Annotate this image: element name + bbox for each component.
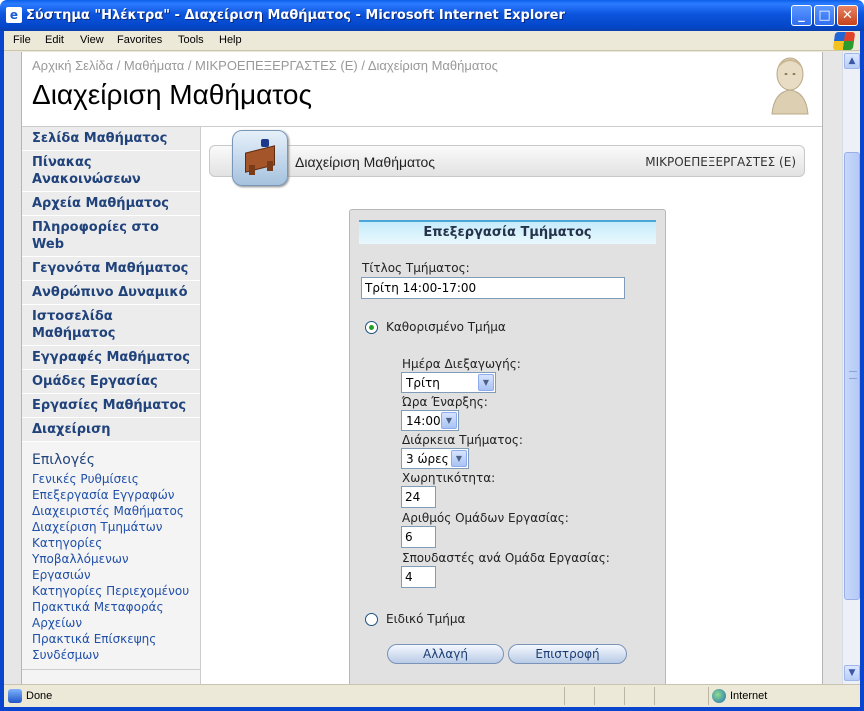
- toolbar-title: Διαχείριση Μαθήματος: [295, 154, 435, 170]
- menu-tools[interactable]: Tools: [178, 34, 204, 46]
- menu-help[interactable]: Help: [219, 34, 242, 46]
- edit-section-panel: Επεξεργασία Τμήματος Τίτλος Τμήματος: Τρ…: [349, 209, 666, 684]
- content-toolbar: Διαχείριση Μαθήματος ΜΙΚΡΟΕΠΕΞΕΡΓΑΣΤΕΣ (…: [209, 145, 805, 177]
- menu-edit[interactable]: Edit: [45, 34, 64, 46]
- start-label: Ώρα Έναρξης:: [402, 395, 488, 409]
- students-per-group-input[interactable]: 4: [401, 566, 436, 588]
- scroll-thumb[interactable]: [844, 152, 860, 600]
- option-manage-sections[interactable]: Διαχείριση Τμημάτων: [32, 519, 190, 535]
- ie-icon: e: [6, 7, 22, 23]
- duration-label: Διάρκεια Τμήματος:: [402, 433, 523, 447]
- change-button[interactable]: Αλλαγή: [387, 644, 504, 664]
- menu-bar: File Edit View Favorites Tools Help: [4, 31, 860, 51]
- security-zone: Internet: [730, 690, 768, 702]
- groups-input[interactable]: 6: [401, 526, 436, 548]
- windows-logo-icon: [832, 32, 856, 50]
- start-select-value: 14:00: [406, 414, 441, 428]
- page-header: Αρχική Σελίδα / Μαθήματα / ΜΙΚΡΟΕΠΕΞΕΡΓΑ…: [22, 52, 822, 127]
- breadcrumb[interactable]: Αρχική Σελίδα / Μαθήματα / ΜΙΚΡΟΕΠΕΞΕΡΓΑ…: [32, 58, 498, 73]
- page-title: Διαχείριση Μαθήματος: [32, 79, 312, 110]
- status-divider: [654, 687, 655, 705]
- page-icon: [8, 689, 22, 703]
- nav-course-files[interactable]: Αρχεία Μαθήματος: [22, 192, 200, 216]
- main-content: Διαχείριση Μαθήματος ΜΙΚΡΟΕΠΕΞΕΡΓΑΣΤΕΣ (…: [202, 127, 822, 684]
- nav-staff[interactable]: Ανθρώπινο Δυναμικό: [22, 281, 200, 305]
- nav-course-website[interactable]: Ιστοσελίδα Μαθήματος: [22, 305, 200, 346]
- nav-assignments[interactable]: Εργασίες Μαθήματος: [22, 394, 200, 418]
- duration-select-value: 3 ώρες: [406, 452, 449, 466]
- grip-icon: [849, 371, 857, 379]
- window-frame: File Edit View Favorites Tools Help Αρχι…: [0, 31, 864, 711]
- maximize-button[interactable]: □: [814, 5, 835, 26]
- option-content-categories[interactable]: Κατηγορίες Περιεχομένου: [32, 583, 190, 599]
- browser-viewport: Αρχική Σελίδα / Μαθήματα / ΜΙΚΡΟΕΠΕΞΕΡΓΑ…: [4, 52, 842, 684]
- chevron-down-icon[interactable]: ▼: [451, 450, 467, 467]
- option-course-admins[interactable]: Διαχειριστές Μαθήματος: [32, 503, 190, 519]
- start-select[interactable]: 14:00 ▼: [401, 410, 459, 431]
- chevron-down-icon[interactable]: ▼: [478, 374, 494, 391]
- globe-icon: [712, 689, 726, 703]
- day-label: Ημέρα Διεξαγωγής:: [402, 357, 521, 371]
- window-title: Σύστημα "Ηλέκτρα" - Διαχείριση Μαθήματος…: [26, 8, 565, 23]
- radio-special-label[interactable]: Ειδικό Τμήμα: [386, 612, 465, 626]
- section-title-label: Τίτλος Τμήματος:: [362, 261, 470, 275]
- status-text: Done: [26, 690, 53, 702]
- nav-course-page[interactable]: Σελίδα Μαθήματος: [22, 127, 200, 151]
- window-titlebar: e Σύστημα "Ηλέκτρα" - Διαχείριση Μαθήματ…: [0, 0, 864, 31]
- options-title: Επιλογές: [32, 452, 95, 468]
- radio-selected-dot: [369, 325, 374, 330]
- day-select-value: Τρίτη: [406, 376, 440, 390]
- status-divider: [624, 687, 625, 705]
- menu-view[interactable]: View: [80, 34, 104, 46]
- panel-heading: Επεξεργασία Τμήματος: [359, 220, 656, 244]
- radio-special-section[interactable]: [365, 613, 378, 626]
- nav-administration[interactable]: Διαχείριση: [22, 418, 200, 442]
- options-section: Επιλογές Γενικές Ρυθμίσεις Επεξεργασία Ε…: [22, 442, 200, 670]
- option-file-transfer-logs[interactable]: Πρακτικά Μεταφοράς Αρχείων: [32, 599, 190, 631]
- nav-work-groups[interactable]: Ομάδες Εργασίας: [22, 370, 200, 394]
- capacity-label: Χωρητικότητα:: [402, 471, 496, 485]
- status-divider: [708, 687, 709, 705]
- option-edit-enrollments[interactable]: Επεξεργασία Εγγραφών: [32, 487, 190, 503]
- status-divider: [594, 687, 595, 705]
- vertical-scrollbar[interactable]: ▲ ▼: [842, 52, 860, 684]
- option-link-visit-logs[interactable]: Πρακτικά Επίσκεψης Συνδέσμων: [32, 631, 190, 663]
- desk-icon: [232, 130, 288, 186]
- duration-select[interactable]: 3 ώρες ▼: [401, 448, 469, 469]
- scroll-up-icon[interactable]: ▲: [844, 53, 860, 69]
- scroll-down-icon[interactable]: ▼: [844, 665, 860, 681]
- chevron-down-icon[interactable]: ▼: [441, 412, 457, 429]
- students-per-group-label: Σπουδαστές ανά Ομάδα Εργασίας:: [402, 551, 610, 565]
- back-button[interactable]: Επιστροφή: [508, 644, 627, 664]
- option-general-settings[interactable]: Γενικές Ρυθμίσεις: [32, 471, 190, 487]
- section-title-input[interactable]: Τρίτη 14:00-17:00: [361, 277, 625, 299]
- minimize-button[interactable]: _: [791, 5, 812, 26]
- menu-file[interactable]: File: [13, 34, 31, 46]
- close-button[interactable]: ✕: [837, 5, 858, 26]
- nav-enrollments[interactable]: Εγγραφές Μαθήματος: [22, 346, 200, 370]
- window-client: File Edit View Favorites Tools Help Αρχι…: [4, 31, 860, 707]
- nav-web-info[interactable]: Πληροφορίες στο Web: [22, 216, 200, 257]
- page-border-right: [822, 52, 823, 684]
- toolbar-course-name: ΜΙΚΡΟΕΠΕΞΕΡΓΑΣΤΕΣ (Ε): [645, 155, 796, 169]
- groups-label: Αριθμός Ομάδων Εργασίας:: [402, 511, 569, 525]
- option-submission-categories[interactable]: Κατηγορίες Υποβαλλόμενων Εργασιών: [32, 535, 190, 583]
- radio-fixed-label[interactable]: Καθορισμένο Τμήμα: [386, 320, 506, 334]
- status-bar: Done Internet: [4, 684, 860, 707]
- web-page: Αρχική Σελίδα / Μαθήματα / ΜΙΚΡΟΕΠΕΞΕΡΓΑ…: [22, 52, 822, 684]
- capacity-input[interactable]: 24: [401, 486, 436, 508]
- nav-announcements[interactable]: Πίνακας Ανακοινώσεων: [22, 151, 200, 192]
- status-divider: [564, 687, 565, 705]
- left-navigation: Σελίδα Μαθήματος Πίνακας Ανακοινώσεων Αρ…: [22, 127, 201, 684]
- bust-logo-icon: [771, 57, 809, 115]
- day-select[interactable]: Τρίτη ▼: [401, 372, 496, 393]
- menu-favorites[interactable]: Favorites: [117, 34, 162, 46]
- nav-course-events[interactable]: Γεγονότα Μαθήματος: [22, 257, 200, 281]
- radio-fixed-section[interactable]: [365, 321, 378, 334]
